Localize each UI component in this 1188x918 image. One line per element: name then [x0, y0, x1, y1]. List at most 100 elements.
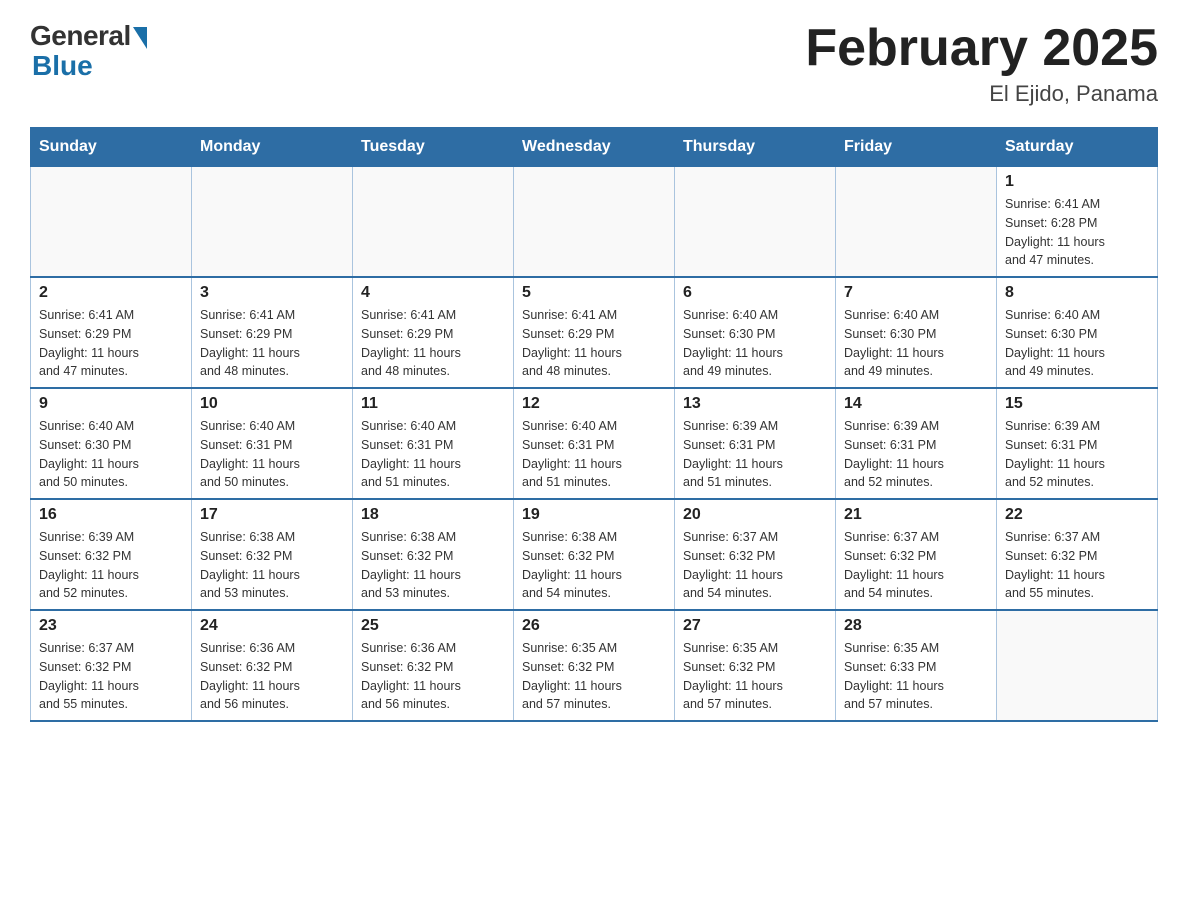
calendar-cell: 26 Sunrise: 6:35 AMSunset: 6:32 PMDayligh…: [514, 610, 675, 721]
page-header: General Blue February 2025 El Ejido, Pan…: [30, 20, 1158, 107]
calendar-cell: 14 Sunrise: 6:39 AMSunset: 6:31 PMDayligh…: [836, 388, 997, 499]
day-number: 22: [1005, 506, 1149, 524]
day-info: Sunrise: 6:40 AMSunset: 6:30 PMDaylight:…: [1005, 306, 1149, 381]
day-info: Sunrise: 6:40 AMSunset: 6:31 PMDaylight:…: [361, 417, 505, 492]
day-number: 5: [522, 284, 666, 302]
calendar-cell: 20 Sunrise: 6:37 AMSunset: 6:32 PMDayligh…: [675, 499, 836, 610]
calendar-cell: 28 Sunrise: 6:35 AMSunset: 6:33 PMDayligh…: [836, 610, 997, 721]
day-info: Sunrise: 6:38 AMSunset: 6:32 PMDaylight:…: [200, 528, 344, 603]
day-header-tuesday: Tuesday: [353, 128, 514, 167]
day-info: Sunrise: 6:35 AMSunset: 6:32 PMDaylight:…: [522, 639, 666, 714]
calendar-cell: 11 Sunrise: 6:40 AMSunset: 6:31 PMDayligh…: [353, 388, 514, 499]
day-info: Sunrise: 6:36 AMSunset: 6:32 PMDaylight:…: [200, 639, 344, 714]
title-block: February 2025 El Ejido, Panama: [805, 20, 1158, 107]
calendar-cell: [836, 167, 997, 278]
day-number: 14: [844, 395, 988, 413]
day-info: Sunrise: 6:41 AMSunset: 6:29 PMDaylight:…: [200, 306, 344, 381]
calendar-week-4: 16Sunrise: 6:39 AMSunset: 6:32 PMDayligh…: [31, 499, 1158, 610]
day-info: Sunrise: 6:37 AMSunset: 6:32 PMDaylight:…: [39, 639, 183, 714]
day-header-friday: Friday: [836, 128, 997, 167]
calendar-week-5: 23 Sunrise: 6:37 AMSunset: 6:32 PMDayligh…: [31, 610, 1158, 721]
day-info: Sunrise: 6:41 AMSunset: 6:29 PMDaylight:…: [522, 306, 666, 381]
calendar-cell: 12 Sunrise: 6:40 AMSunset: 6:31 PMDayligh…: [514, 388, 675, 499]
day-number: 12: [522, 395, 666, 413]
calendar-cell: 22 Sunrise: 6:37 AMSunset: 6:32 PMDayligh…: [997, 499, 1158, 610]
calendar-cell: 17 Sunrise: 6:38 AMSunset: 6:32 PMDayligh…: [192, 499, 353, 610]
calendar-week-3: 9Sunrise: 6:40 AMSunset: 6:30 PMDaylight…: [31, 388, 1158, 499]
day-header-thursday: Thursday: [675, 128, 836, 167]
month-title: February 2025: [805, 20, 1158, 77]
calendar-header-row: SundayMondayTuesdayWednesdayThursdayFrid…: [31, 128, 1158, 167]
calendar-cell: 23 Sunrise: 6:37 AMSunset: 6:32 PMDayligh…: [31, 610, 192, 721]
day-number: 17: [200, 506, 344, 524]
calendar-cell: 27 Sunrise: 6:35 AMSunset: 6:32 PMDayligh…: [675, 610, 836, 721]
day-number: 25: [361, 617, 505, 635]
calendar-cell: 24 Sunrise: 6:36 AMSunset: 6:32 PMDayligh…: [192, 610, 353, 721]
day-info: Sunrise: 6:38 AMSunset: 6:32 PMDaylight:…: [361, 528, 505, 603]
day-header-saturday: Saturday: [997, 128, 1158, 167]
day-info: Sunrise: 6:40 AMSunset: 6:30 PMDaylight:…: [683, 306, 827, 381]
day-header-wednesday: Wednesday: [514, 128, 675, 167]
calendar-cell: 16Sunrise: 6:39 AMSunset: 6:32 PMDayligh…: [31, 499, 192, 610]
day-number: 26: [522, 617, 666, 635]
calendar-cell: [192, 167, 353, 278]
calendar-cell: 2Sunrise: 6:41 AMSunset: 6:29 PMDaylight…: [31, 277, 192, 388]
calendar-cell: 7 Sunrise: 6:40 AMSunset: 6:30 PMDaylight…: [836, 277, 997, 388]
calendar-cell: 25 Sunrise: 6:36 AMSunset: 6:32 PMDayligh…: [353, 610, 514, 721]
day-header-sunday: Sunday: [31, 128, 192, 167]
day-number: 28: [844, 617, 988, 635]
logo: General Blue: [30, 20, 147, 82]
day-number: 11: [361, 395, 505, 413]
day-number: 2: [39, 284, 183, 302]
calendar-cell: 10Sunrise: 6:40 AMSunset: 6:31 PMDayligh…: [192, 388, 353, 499]
day-info: Sunrise: 6:36 AMSunset: 6:32 PMDaylight:…: [361, 639, 505, 714]
calendar-cell: [353, 167, 514, 278]
day-info: Sunrise: 6:40 AMSunset: 6:31 PMDaylight:…: [200, 417, 344, 492]
day-number: 7: [844, 284, 988, 302]
day-number: 16: [39, 506, 183, 524]
calendar-cell: [514, 167, 675, 278]
day-number: 13: [683, 395, 827, 413]
day-info: Sunrise: 6:40 AMSunset: 6:30 PMDaylight:…: [39, 417, 183, 492]
day-info: Sunrise: 6:39 AMSunset: 6:31 PMDaylight:…: [683, 417, 827, 492]
day-info: Sunrise: 6:39 AMSunset: 6:31 PMDaylight:…: [844, 417, 988, 492]
calendar-cell: 18 Sunrise: 6:38 AMSunset: 6:32 PMDayligh…: [353, 499, 514, 610]
calendar-table: SundayMondayTuesdayWednesdayThursdayFrid…: [30, 127, 1158, 722]
day-number: 15: [1005, 395, 1149, 413]
calendar-cell: 9Sunrise: 6:40 AMSunset: 6:30 PMDaylight…: [31, 388, 192, 499]
calendar-cell: 6Sunrise: 6:40 AMSunset: 6:30 PMDaylight…: [675, 277, 836, 388]
calendar-cell: 21Sunrise: 6:37 AMSunset: 6:32 PMDayligh…: [836, 499, 997, 610]
day-number: 20: [683, 506, 827, 524]
calendar-cell: 13 Sunrise: 6:39 AMSunset: 6:31 PMDayligh…: [675, 388, 836, 499]
day-info: Sunrise: 6:40 AMSunset: 6:30 PMDaylight:…: [844, 306, 988, 381]
calendar-cell: 15Sunrise: 6:39 AMSunset: 6:31 PMDayligh…: [997, 388, 1158, 499]
day-info: Sunrise: 6:35 AMSunset: 6:33 PMDaylight:…: [844, 639, 988, 714]
day-number: 27: [683, 617, 827, 635]
calendar-cell: [675, 167, 836, 278]
day-info: Sunrise: 6:41 AMSunset: 6:28 PMDaylight:…: [1005, 195, 1149, 270]
calendar-cell: 4Sunrise: 6:41 AMSunset: 6:29 PMDaylight…: [353, 277, 514, 388]
calendar-cell: 19Sunrise: 6:38 AMSunset: 6:32 PMDayligh…: [514, 499, 675, 610]
calendar-week-2: 2 Sunrise: 6:41 AMSunset: 6:29 PMDaylight…: [31, 277, 1158, 388]
day-info: Sunrise: 6:41 AMSunset: 6:29 PMDaylight:…: [361, 306, 505, 381]
day-info: Sunrise: 6:37 AMSunset: 6:32 PMDaylight:…: [1005, 528, 1149, 603]
day-info: Sunrise: 6:37 AMSunset: 6:32 PMDaylight:…: [683, 528, 827, 603]
day-info: Sunrise: 6:35 AMSunset: 6:32 PMDaylight:…: [683, 639, 827, 714]
day-number: 8: [1005, 284, 1149, 302]
calendar-week-1: 1 Sunrise: 6:41 AMSunset: 6:28 PMDaylight…: [31, 167, 1158, 278]
day-number: 3: [200, 284, 344, 302]
calendar-cell: 5 Sunrise: 6:41 AMSunset: 6:29 PMDaylight…: [514, 277, 675, 388]
day-number: 24: [200, 617, 344, 635]
calendar-cell: [31, 167, 192, 278]
logo-arrow-icon: [133, 27, 147, 49]
logo-general-text: General: [30, 20, 131, 52]
location-text: El Ejido, Panama: [805, 81, 1158, 107]
day-header-monday: Monday: [192, 128, 353, 167]
day-info: Sunrise: 6:40 AMSunset: 6:31 PMDaylight:…: [522, 417, 666, 492]
day-number: 1: [1005, 173, 1149, 191]
day-number: 18: [361, 506, 505, 524]
calendar-cell: 3 Sunrise: 6:41 AMSunset: 6:29 PMDaylight…: [192, 277, 353, 388]
day-info: Sunrise: 6:38 AMSunset: 6:32 PMDaylight:…: [522, 528, 666, 603]
day-info: Sunrise: 6:37 AMSunset: 6:32 PMDaylight:…: [844, 528, 988, 603]
day-number: 23: [39, 617, 183, 635]
